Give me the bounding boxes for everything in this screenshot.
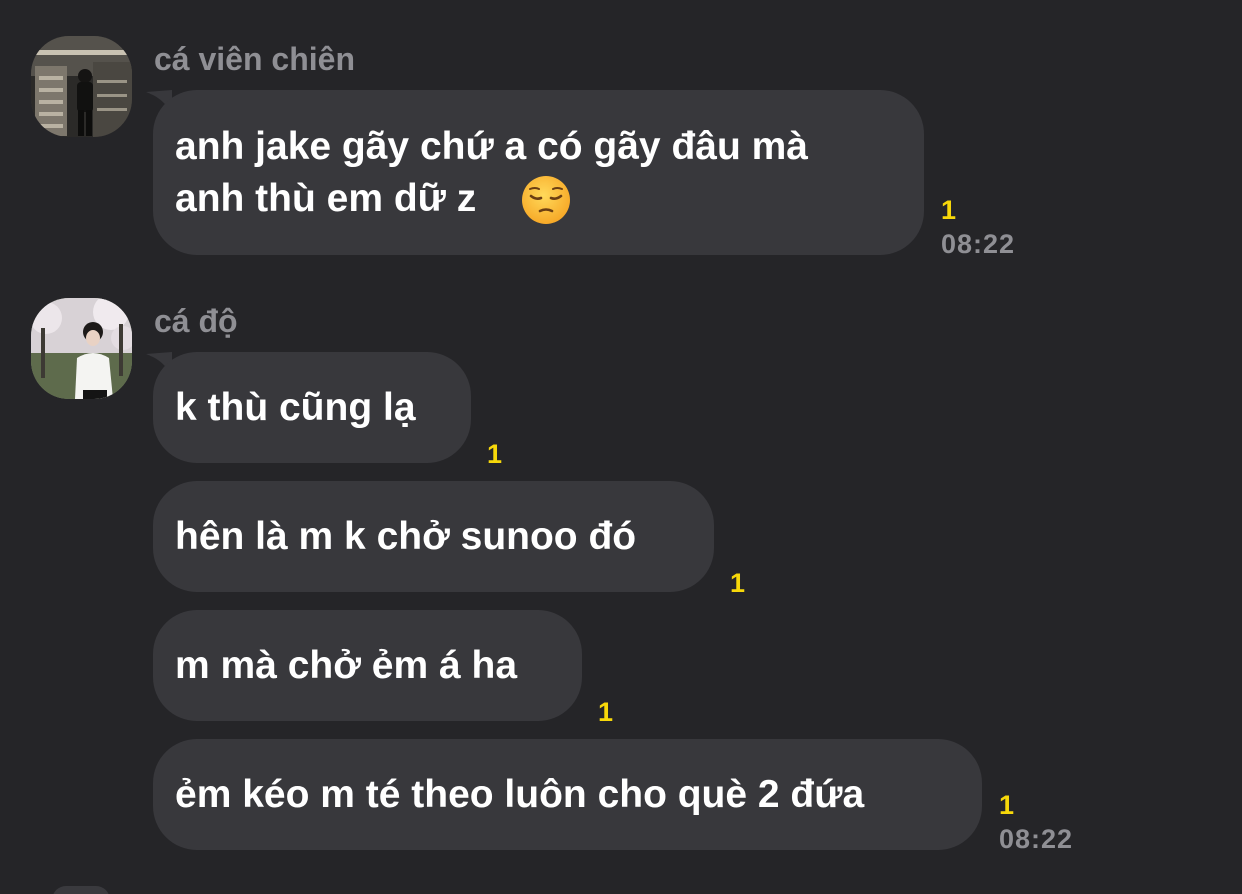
avatar-photo <box>31 36 132 137</box>
message-time: 08:22 <box>999 824 1074 854</box>
message-time: 08:22 <box>941 229 1016 259</box>
message-bubble[interactable]: ẻm kéo m té theo luôn cho què 2 đứa <box>153 739 982 850</box>
unread-count: 1 <box>999 790 1015 820</box>
next-avatar-partial <box>52 886 110 894</box>
unread-count: 1 <box>598 697 614 727</box>
message-text: ẻm kéo m té theo luôn cho què 2 đứa <box>175 772 865 816</box>
unread-count: 1 <box>941 195 957 225</box>
message-bubble[interactable]: k thù cũng lạ <box>153 352 471 463</box>
avatar-ca-vien-chien[interactable] <box>31 36 132 137</box>
message-text: m mà chở ẻm á ha <box>175 643 518 687</box>
message-text: k thù cũng lạ <box>175 385 416 429</box>
message-bubble[interactable]: m mà chở ẻm á ha <box>153 610 582 721</box>
unread-count: 1 <box>487 439 503 469</box>
avatar-ca-do[interactable] <box>31 298 132 399</box>
sender-name: cá viên chiên <box>154 41 355 77</box>
message-bubble[interactable]: anh jake gãy chứ a có gãy đâu mà anh thù… <box>153 90 924 255</box>
sender-name: cá độ <box>154 303 238 339</box>
unread-count: 1 <box>730 568 746 598</box>
message-text: hên là m k chở sunoo đó <box>175 514 637 558</box>
message-text: anh jake gãy chứ a có gãy đâu mà anh thù… <box>175 124 808 220</box>
avatar-photo <box>31 298 132 399</box>
pensive-face-icon <box>522 176 570 224</box>
message-bubble[interactable]: hên là m k chở sunoo đó <box>153 481 714 592</box>
